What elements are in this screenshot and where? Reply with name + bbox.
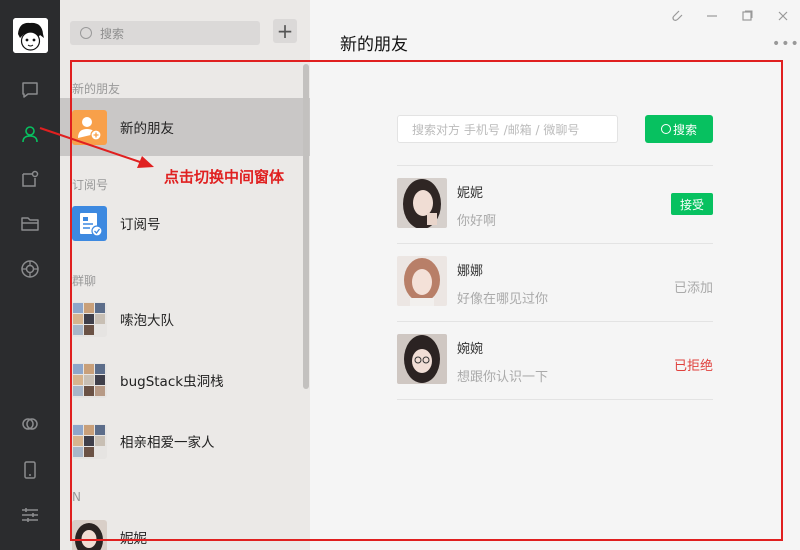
request-avatar <box>397 334 447 384</box>
moments-icon[interactable] <box>18 257 42 281</box>
item-label: 嗦泡大队 <box>120 313 174 329</box>
request-message: 想跟你认识一下 <box>457 370 549 385</box>
add-contact-button[interactable]: + <box>273 19 297 43</box>
request-message: 好像在哪见过你 <box>457 292 549 307</box>
friend-search-button[interactable]: 搜索 <box>645 115 713 143</box>
group-avatar <box>72 301 107 337</box>
chat-icon[interactable] <box>18 78 42 102</box>
new-friends-icon <box>72 109 107 145</box>
contacts-icon[interactable] <box>18 122 42 146</box>
group-label-letter-n: N <box>72 490 81 504</box>
friend-request-row: 婉婉 想跟你认识一下 已拒绝 <box>397 321 713 399</box>
request-avatar <box>397 256 447 306</box>
item-label: bugStack虫洞栈 <box>120 374 224 390</box>
item-label: 订阅号 <box>120 217 161 233</box>
avatar-image <box>13 18 48 53</box>
maximize-icon[interactable] <box>739 8 755 24</box>
group-label-subscriptions: 订阅号 <box>72 178 109 192</box>
phone-icon[interactable] <box>18 458 42 482</box>
contact-avatar <box>72 519 107 550</box>
list-scrollbar[interactable] <box>303 64 309 389</box>
friend-request-row: 娜娜 好像在哪见过你 已添加 <box>397 243 713 321</box>
contact-list-panel: 搜索 + 新的朋友 新的朋友 订阅号 订阅号 群聊 嗦泡大队 bugStack虫… <box>60 0 310 550</box>
divider <box>397 399 713 400</box>
group-label-group-chats: 群聊 <box>72 274 97 288</box>
subscriptions-icon <box>72 205 107 241</box>
request-name: 妮妮 <box>457 186 484 201</box>
friend-search-label: 搜索 <box>672 122 697 137</box>
close-icon[interactable] <box>775 8 791 24</box>
mini-program-icon[interactable] <box>18 412 42 436</box>
request-status-rejected: 已拒绝 <box>673 359 713 374</box>
list-item-group-2[interactable]: bugStack虫洞栈 <box>60 351 310 409</box>
search-icon <box>80 27 92 39</box>
annotation-text: 点击切换中间窗体 <box>164 168 285 186</box>
request-avatar <box>397 178 447 228</box>
pin-icon[interactable] <box>669 8 685 24</box>
friend-search-input[interactable]: 搜索对方 手机号 /邮箱 / 微聊号 <box>397 115 618 143</box>
group-avatar <box>72 362 107 398</box>
request-message: 你好啊 <box>457 214 497 229</box>
list-item-new-friends[interactable]: 新的朋友 <box>60 98 310 156</box>
main-panel: 新的朋友 ••• 搜索对方 手机号 /邮箱 / 微聊号 搜索 妮妮 你好啊 接受… <box>310 0 800 550</box>
list-item-group-1[interactable]: 嗦泡大队 <box>60 290 310 348</box>
request-name: 婉婉 <box>457 342 484 357</box>
page-title: 新的朋友 <box>340 35 408 55</box>
group-avatar <box>72 423 107 459</box>
more-options-icon[interactable]: ••• <box>772 36 800 52</box>
search-icon <box>660 124 671 134</box>
list-item-contact-nini[interactable]: 妮妮 <box>60 508 310 550</box>
list-item-subscriptions[interactable]: 订阅号 <box>60 194 310 252</box>
list-search-input[interactable]: 搜索 <box>70 21 260 45</box>
folder-icon[interactable] <box>18 212 42 236</box>
collect-icon[interactable] <box>18 167 42 191</box>
item-label: 妮妮 <box>120 531 147 547</box>
settings-icon[interactable] <box>18 503 42 527</box>
left-nav-bar <box>0 0 60 550</box>
accept-button[interactable]: 接受 <box>671 193 713 215</box>
request-status-added: 已添加 <box>673 281 713 296</box>
minimize-icon[interactable] <box>704 8 720 24</box>
list-search-placeholder: 搜索 <box>100 26 125 41</box>
request-name: 娜娜 <box>457 264 484 279</box>
group-label-new-friends: 新的朋友 <box>72 82 121 96</box>
item-label: 相亲相爱一家人 <box>120 435 215 451</box>
user-avatar[interactable] <box>13 18 48 53</box>
list-item-group-3[interactable]: 相亲相爱一家人 <box>60 412 310 470</box>
item-label: 新的朋友 <box>120 121 174 137</box>
friend-request-row: 妮妮 你好啊 接受 <box>397 165 713 243</box>
